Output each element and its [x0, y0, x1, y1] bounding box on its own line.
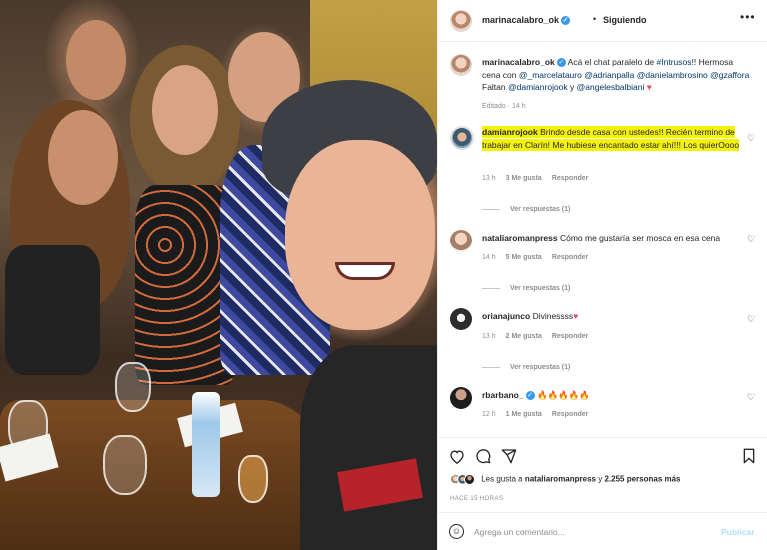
comment-text: Cómo me gustaría ser mosca en esa cena: [559, 233, 721, 243]
caption-author-avatar[interactable]: [450, 54, 472, 76]
liker-avatar: [464, 474, 475, 485]
view-replies-button[interactable]: Ver respuestas (1): [482, 206, 570, 213]
photo-wine-glass: [115, 362, 151, 412]
reply-button[interactable]: Responder: [552, 175, 589, 182]
comment-meta: 13 h 2 Me gusta Responder: [482, 333, 598, 340]
commenter-avatar[interactable]: [450, 308, 472, 330]
comment-meta: 12 h 1 Me gusta Responder: [482, 411, 598, 418]
comment-time: 13 h: [482, 333, 496, 340]
comment-like-heart-icon[interactable]: ♡: [747, 234, 755, 245]
reply-button[interactable]: Responder: [552, 411, 589, 418]
comment-time: 12 h: [482, 411, 496, 418]
photo-person-4-face: [66, 20, 126, 100]
comment-time: 14 h: [482, 254, 496, 261]
liker-username[interactable]: nataliaromanpress: [525, 475, 596, 484]
view-replies-button[interactable]: Ver respuestas (1): [482, 285, 570, 292]
photo-person-1-top: [5, 245, 100, 375]
photo-water-bottle: [192, 392, 220, 497]
view-replies-label[interactable]: Ver respuestas (1): [510, 364, 570, 371]
comment-likes[interactable]: 3 Me gusta: [506, 175, 542, 182]
comment-like-heart-icon[interactable]: ♡: [747, 392, 755, 403]
post-side-panel: marinacalabro_ok ✓ • Siguiendo ••• marina…: [437, 0, 767, 550]
photo-wine-glass: [103, 435, 147, 495]
comment-likes[interactable]: 2 Me gusta: [506, 333, 542, 340]
caption-mention-damian[interactable]: @damianrojook: [508, 82, 568, 92]
author-username[interactable]: marinacalabro_ok ✓: [482, 15, 571, 26]
view-replies-button[interactable]: Ver respuestas (1): [482, 364, 570, 371]
heart-icon[interactable]: [448, 447, 466, 465]
comment-like-heart-icon[interactable]: ♡: [747, 133, 755, 144]
post-actions-bar: [438, 437, 767, 471]
comment-text: Divinessss: [532, 311, 574, 321]
share-icon[interactable]: [500, 447, 518, 465]
photo-person-5-smile: [335, 262, 395, 280]
commenter-avatar[interactable]: [450, 387, 472, 409]
comment-username[interactable]: nataliaromanpress: [482, 233, 558, 243]
replies-divider: [482, 287, 500, 289]
reply-button[interactable]: Responder: [552, 333, 589, 340]
comment-likes[interactable]: 5 Me gusta: [506, 254, 542, 261]
comment-time: 13 h: [482, 175, 496, 182]
photo-shirt-print: [337, 458, 423, 512]
publish-button[interactable]: Publicar: [721, 527, 755, 537]
verified-badge-icon: ✓: [556, 58, 566, 68]
photo-person-1-face: [48, 110, 118, 205]
view-replies-label[interactable]: Ver respuestas (1): [510, 206, 570, 213]
reply-button[interactable]: Responder: [552, 254, 589, 261]
verified-badge-icon: ✓: [561, 16, 571, 26]
author-username-text[interactable]: marinacalabro_ok: [482, 15, 559, 25]
comment-likes[interactable]: 1 Me gusta: [506, 411, 542, 418]
caption-mention-angeles[interactable]: @angelesbalbiani: [577, 82, 645, 92]
caption-mentions[interactable]: @_marcelatauro @adrianpalla @danielambro…: [519, 70, 749, 80]
comment-username[interactable]: damianrojook: [482, 127, 538, 137]
comment-item: orianajunco Divinessss♥: [482, 310, 742, 323]
comment-icon[interactable]: [474, 447, 492, 465]
emoji-icon[interactable]: ☺: [449, 524, 464, 539]
comment-fire-emojis: 🔥🔥🔥🔥🔥: [536, 390, 590, 400]
photo-drink-glass: [238, 455, 268, 503]
comment-like-heart-icon[interactable]: ♡: [747, 314, 755, 325]
comment-item: nataliaromanpress Cómo me gustaría ser m…: [482, 232, 742, 245]
caption-text: Acá el chat paralelo de: [567, 57, 655, 67]
caption-text: y: [570, 82, 575, 92]
likes-middle: y: [598, 474, 603, 484]
comment-item: rbarbano_ ✓ 🔥🔥🔥🔥🔥: [482, 389, 742, 402]
caption-edited-time: Editado · 14 h: [482, 103, 526, 110]
likes-summary: Les gusta a nataliaromanpress y 2.255 pe…: [450, 474, 681, 485]
comment-username[interactable]: rbarbano_: [482, 390, 524, 400]
likes-prefix: Les gusta a: [481, 474, 523, 484]
red-heart-emoji-icon: ♥: [646, 82, 652, 92]
photo-person-2-face: [152, 65, 218, 155]
bookmark-icon[interactable]: [740, 447, 758, 465]
author-avatar[interactable]: [450, 10, 472, 32]
following-button[interactable]: Siguiendo: [603, 15, 647, 25]
caption-hashtag[interactable]: #Intrusos: [657, 57, 692, 67]
header-separator: •: [593, 14, 597, 24]
red-heart-emoji-icon: ♥: [573, 311, 579, 321]
photo-person-5-face: [285, 140, 435, 330]
caption-text: Faltan: [482, 82, 506, 92]
verified-badge-icon: ✓: [525, 391, 535, 401]
likes-count[interactable]: 2.255 personas más: [604, 475, 680, 484]
comment-username[interactable]: orianajunco: [482, 311, 530, 321]
post-caption: marinacalabro_ok ✓ Acá el chat paralelo d…: [482, 56, 752, 94]
comment-item: damianrojook Brindo desde casa con usted…: [482, 126, 742, 151]
photo-table: [0, 400, 320, 550]
more-options-icon[interactable]: •••: [740, 10, 756, 24]
post-time-ago[interactable]: HACE 15 HORAS: [450, 496, 503, 502]
comment-meta: 13 h 3 Me gusta Responder: [482, 175, 598, 182]
commenter-avatar[interactable]: [450, 126, 474, 150]
add-comment-bar: ☺ Publicar: [438, 512, 767, 550]
post-header: marinacalabro_ok ✓ • Siguiendo •••: [438, 0, 767, 42]
commenter-avatar[interactable]: [450, 230, 472, 252]
replies-divider: [482, 208, 500, 210]
comment-meta: 14 h 5 Me gusta Responder: [482, 254, 598, 261]
photo-person-5-shirt: [300, 345, 437, 550]
replies-divider: [482, 366, 500, 368]
caption-username[interactable]: marinacalabro_ok: [482, 57, 555, 67]
post-photo[interactable]: [0, 0, 437, 550]
view-replies-label[interactable]: Ver respuestas (1): [510, 285, 570, 292]
comment-input[interactable]: [474, 523, 704, 541]
